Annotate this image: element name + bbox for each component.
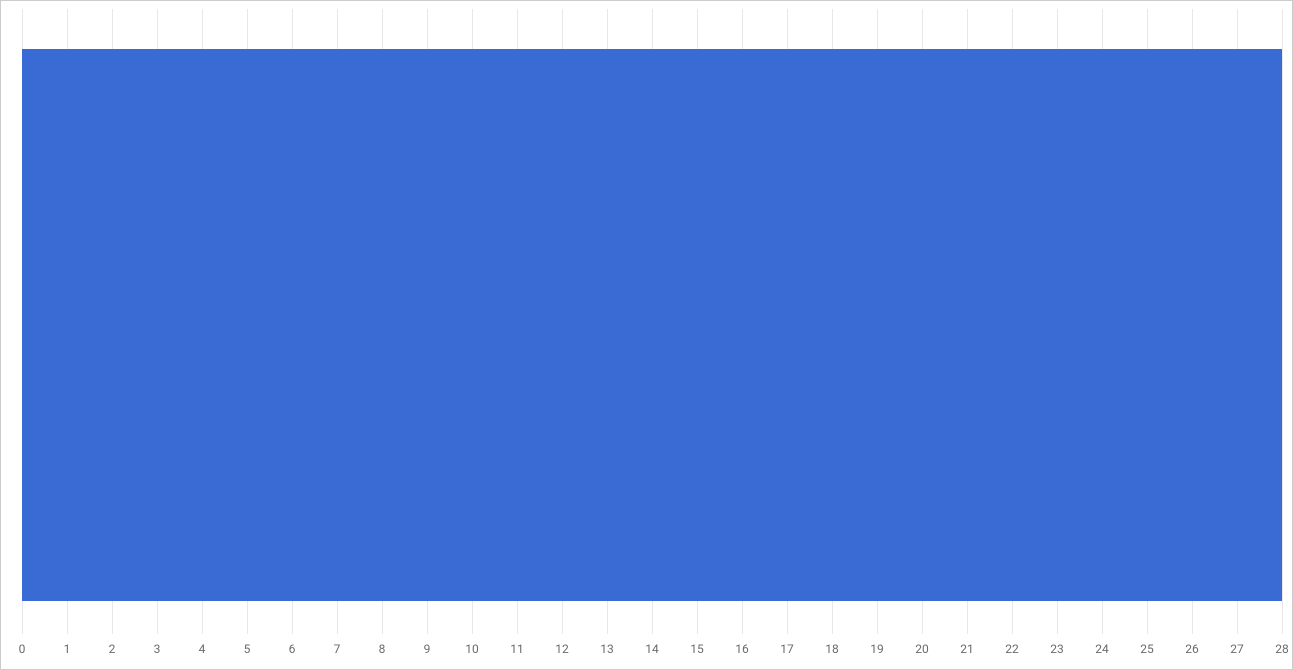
x-tick-label: 13 xyxy=(600,642,614,656)
x-tick-label: 10 xyxy=(465,642,479,656)
x-axis: 0123456789101112131415161718192021222324… xyxy=(22,634,1282,669)
x-tick-label: 27 xyxy=(1230,642,1244,656)
x-tick-label: 11 xyxy=(510,642,524,656)
x-tick-label: 9 xyxy=(424,642,431,656)
x-tick-label: 14 xyxy=(645,642,659,656)
x-tick-label: 0 xyxy=(19,642,26,656)
plot-area xyxy=(22,9,1282,634)
x-tick-label: 26 xyxy=(1185,642,1199,656)
chart-container: 0123456789101112131415161718192021222324… xyxy=(0,0,1293,670)
x-tick-label: 3 xyxy=(154,642,161,656)
x-tick-label: 25 xyxy=(1140,642,1154,656)
bar-0 xyxy=(22,49,1282,601)
x-tick-label: 16 xyxy=(735,642,749,656)
x-tick-label: 8 xyxy=(379,642,386,656)
x-tick-label: 24 xyxy=(1095,642,1109,656)
x-tick-label: 7 xyxy=(334,642,341,656)
x-tick-label: 15 xyxy=(690,642,704,656)
x-tick-label: 23 xyxy=(1050,642,1064,656)
x-tick-label: 28 xyxy=(1275,642,1289,656)
x-tick-label: 6 xyxy=(289,642,296,656)
x-tick-label: 12 xyxy=(555,642,569,656)
x-tick-label: 4 xyxy=(199,642,206,656)
x-tick-label: 22 xyxy=(1005,642,1019,656)
x-tick-label: 5 xyxy=(244,642,251,656)
x-tick-label: 21 xyxy=(960,642,974,656)
x-tick-label: 2 xyxy=(109,642,116,656)
x-tick-label: 17 xyxy=(780,642,794,656)
gridline xyxy=(1282,9,1283,634)
x-tick-label: 18 xyxy=(825,642,839,656)
x-tick-label: 20 xyxy=(915,642,929,656)
x-tick-label: 19 xyxy=(870,642,884,656)
x-tick-label: 1 xyxy=(64,642,71,656)
